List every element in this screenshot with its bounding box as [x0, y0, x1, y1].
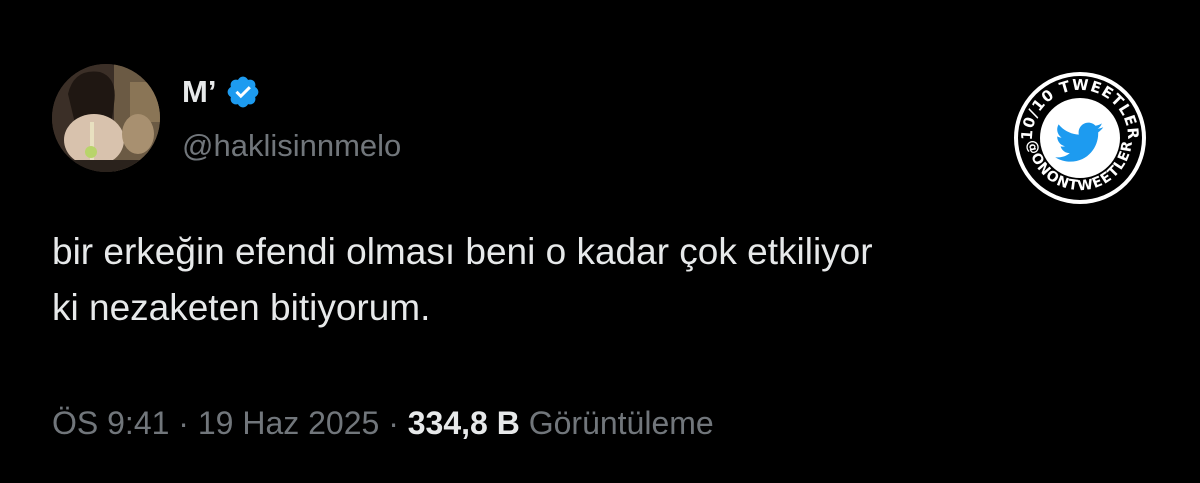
- avatar[interactable]: [52, 64, 160, 172]
- view-label: Görüntüleme: [528, 405, 714, 441]
- display-name[interactable]: M’: [182, 72, 216, 112]
- tweet-card: M’ @haklisinnmelo 10/10 TWEETLER @ONONTW…: [0, 0, 1200, 483]
- display-name-row: M’: [182, 72, 261, 112]
- view-count: 334,8 B: [407, 405, 520, 441]
- tweet-meta: ÖS 9:41 · 19 Haz 2025 · 334,8 B Görüntül…: [52, 402, 714, 444]
- meta-separator: ·: [178, 405, 189, 441]
- tweet-date[interactable]: 19 Haz 2025: [198, 405, 379, 441]
- tweet-text-line: ki nezaketen bitiyorum.: [52, 287, 431, 328]
- tweet-text: bir erkeğin efendi olması beni o kadar ç…: [52, 224, 1172, 336]
- tweet-time[interactable]: ÖS 9:41: [52, 405, 169, 441]
- watermark-badge: 10/10 TWEETLER @ONONTWEETLER: [1010, 68, 1150, 208]
- meta-separator: ·: [388, 405, 399, 441]
- tweet-text-line: bir erkeğin efendi olması beni o kadar ç…: [52, 231, 873, 272]
- verified-badge-icon: [225, 74, 261, 110]
- user-handle[interactable]: @haklisinnmelo: [182, 126, 401, 166]
